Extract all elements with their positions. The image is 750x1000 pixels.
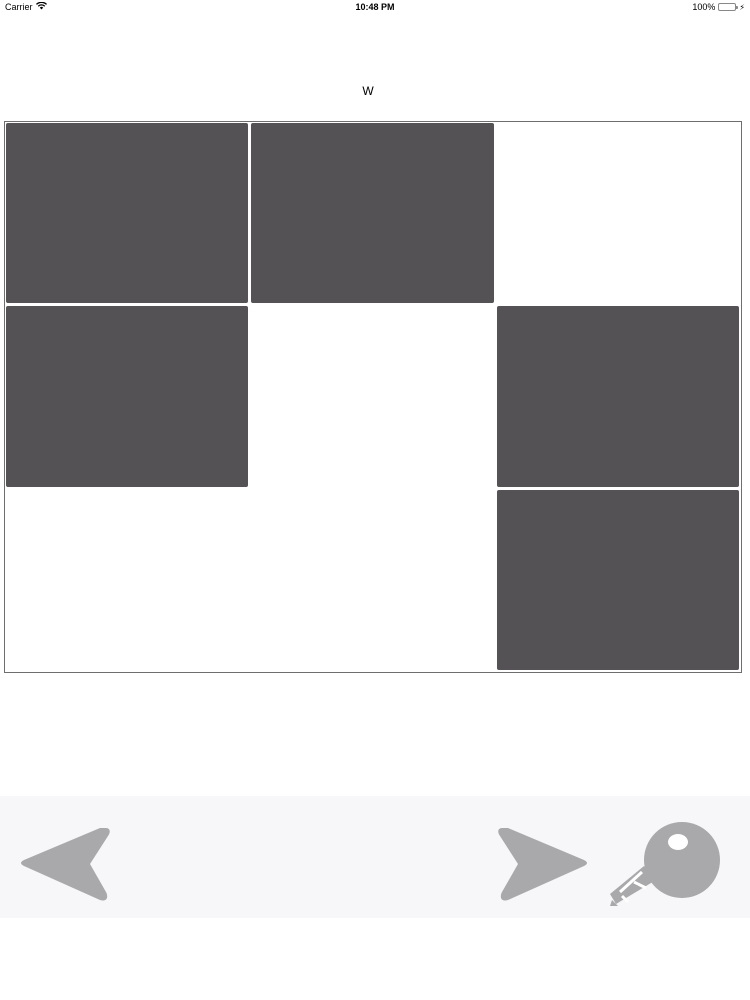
- puzzle-cell-filled[interactable]: [496, 306, 739, 487]
- forward-button[interactable]: [496, 824, 590, 904]
- battery-group: 100% ⚡: [692, 2, 745, 12]
- speak-button[interactable]: [606, 822, 724, 908]
- puzzle-word: W: [362, 84, 374, 98]
- battery-percent: 100%: [692, 2, 716, 12]
- back-button[interactable]: [18, 824, 112, 904]
- charging-icon: ⚡: [739, 2, 745, 12]
- puzzle-cell-filled[interactable]: [496, 489, 739, 670]
- puzzle-cell-filled[interactable]: [6, 123, 249, 304]
- puzzle-grid: [4, 121, 742, 673]
- microphone-icon: [610, 822, 720, 906]
- status-time: 10:48 PM: [355, 2, 395, 12]
- forward-arrow-icon: [498, 828, 587, 901]
- puzzle-cell-filled[interactable]: [6, 306, 249, 487]
- puzzle-cell-filled[interactable]: [251, 123, 494, 304]
- battery-icon: [718, 3, 739, 11]
- status-bar: Carrier 10:48 PM 100% ⚡: [0, 0, 750, 16]
- toolbar: [0, 796, 750, 918]
- back-arrow-icon: [21, 828, 110, 901]
